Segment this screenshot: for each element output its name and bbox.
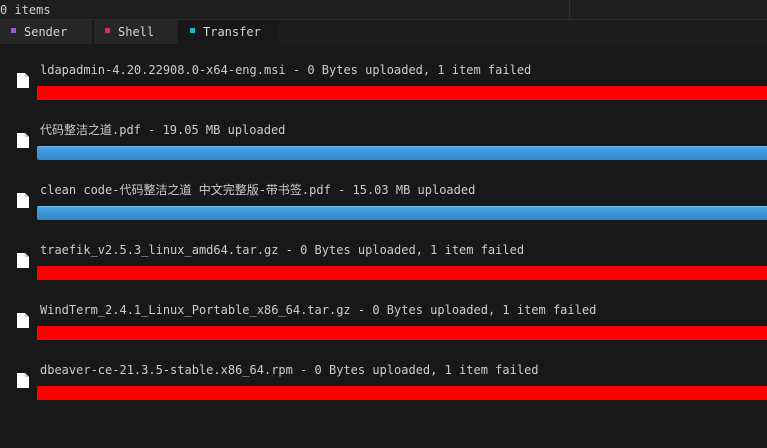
transfer-item[interactable]: traefik_v2.5.3_linux_amd64.tar.gz - 0 By… [0,230,767,290]
transfer-status: - 0 Bytes uploaded, 1 item failed [285,63,532,77]
status-divider [569,0,570,20]
transfer-list: ldapadmin-4.20.22908.0-x64-eng.msi - 0 B… [0,44,767,448]
file-name: traefik_v2.5.3_linux_amd64.tar.gz [40,243,279,257]
file-name: WindTerm_2.4.1_Linux_Portable_x86_64.tar… [40,303,351,317]
transfer-tab-color-icon [190,28,195,33]
progress-fill [37,206,767,220]
progress-bar [37,206,767,220]
file-name: dbeaver-ce-21.3.5-stable.x86_64.rpm [40,363,293,377]
progress-fill [37,266,767,280]
transfer-item[interactable]: clean code-代码整洁之道 中文完整版-带书签.pdf - 15.03 … [0,170,767,230]
transfer-status: - 0 Bytes uploaded, 1 item failed [278,243,525,257]
progress-fill [37,146,767,160]
file-name: ldapadmin-4.20.22908.0-x64-eng.msi [40,63,286,77]
progress-bar [37,326,767,340]
tab-label: Shell [118,25,155,39]
tab-label: Transfer [203,25,261,39]
file-icon [17,133,29,148]
transfer-status: - 0 Bytes uploaded, 1 item failed [350,303,597,317]
transfer-item[interactable]: dbeaver-ce-21.3.5-stable.x86_64.rpm - 0 … [0,350,767,410]
transfer-item[interactable]: 代码整洁之道.pdf - 19.05 MB uploaded [0,110,767,170]
status-bar: 0 items [0,0,767,20]
progress-bar [37,386,767,400]
tab-transfer[interactable]: Transfer [179,20,279,44]
shell-tab-color-icon [105,28,110,33]
file-icon [17,253,29,268]
transfer-status: - 15.03 MB uploaded [330,183,476,197]
sender-tab-color-icon [11,28,16,33]
file-icon [17,73,29,88]
tab-sender[interactable]: Sender [0,20,93,44]
progress-bar [37,86,767,100]
progress-bar [37,146,767,160]
file-icon [17,373,29,388]
progress-fill [37,326,767,340]
file-name: 代码整洁之道.pdf [40,123,141,137]
progress-bar [37,266,767,280]
file-name: clean code-代码整洁之道 中文完整版-带书签.pdf [40,183,331,197]
tab-bar: Sender Shell Transfer [0,20,767,44]
progress-fill [37,86,767,100]
tab-shell[interactable]: Shell [94,20,178,44]
transfer-item[interactable]: ldapadmin-4.20.22908.0-x64-eng.msi - 0 B… [0,50,767,110]
progress-fill [37,386,767,400]
transfer-item[interactable]: WindTerm_2.4.1_Linux_Portable_x86_64.tar… [0,290,767,350]
item-count: 0 items [0,3,51,17]
transfer-status: - 0 Bytes uploaded, 1 item failed [292,363,539,377]
file-icon [17,193,29,208]
file-icon [17,313,29,328]
transfer-status: - 19.05 MB uploaded [140,123,286,137]
tab-label: Sender [24,25,68,39]
